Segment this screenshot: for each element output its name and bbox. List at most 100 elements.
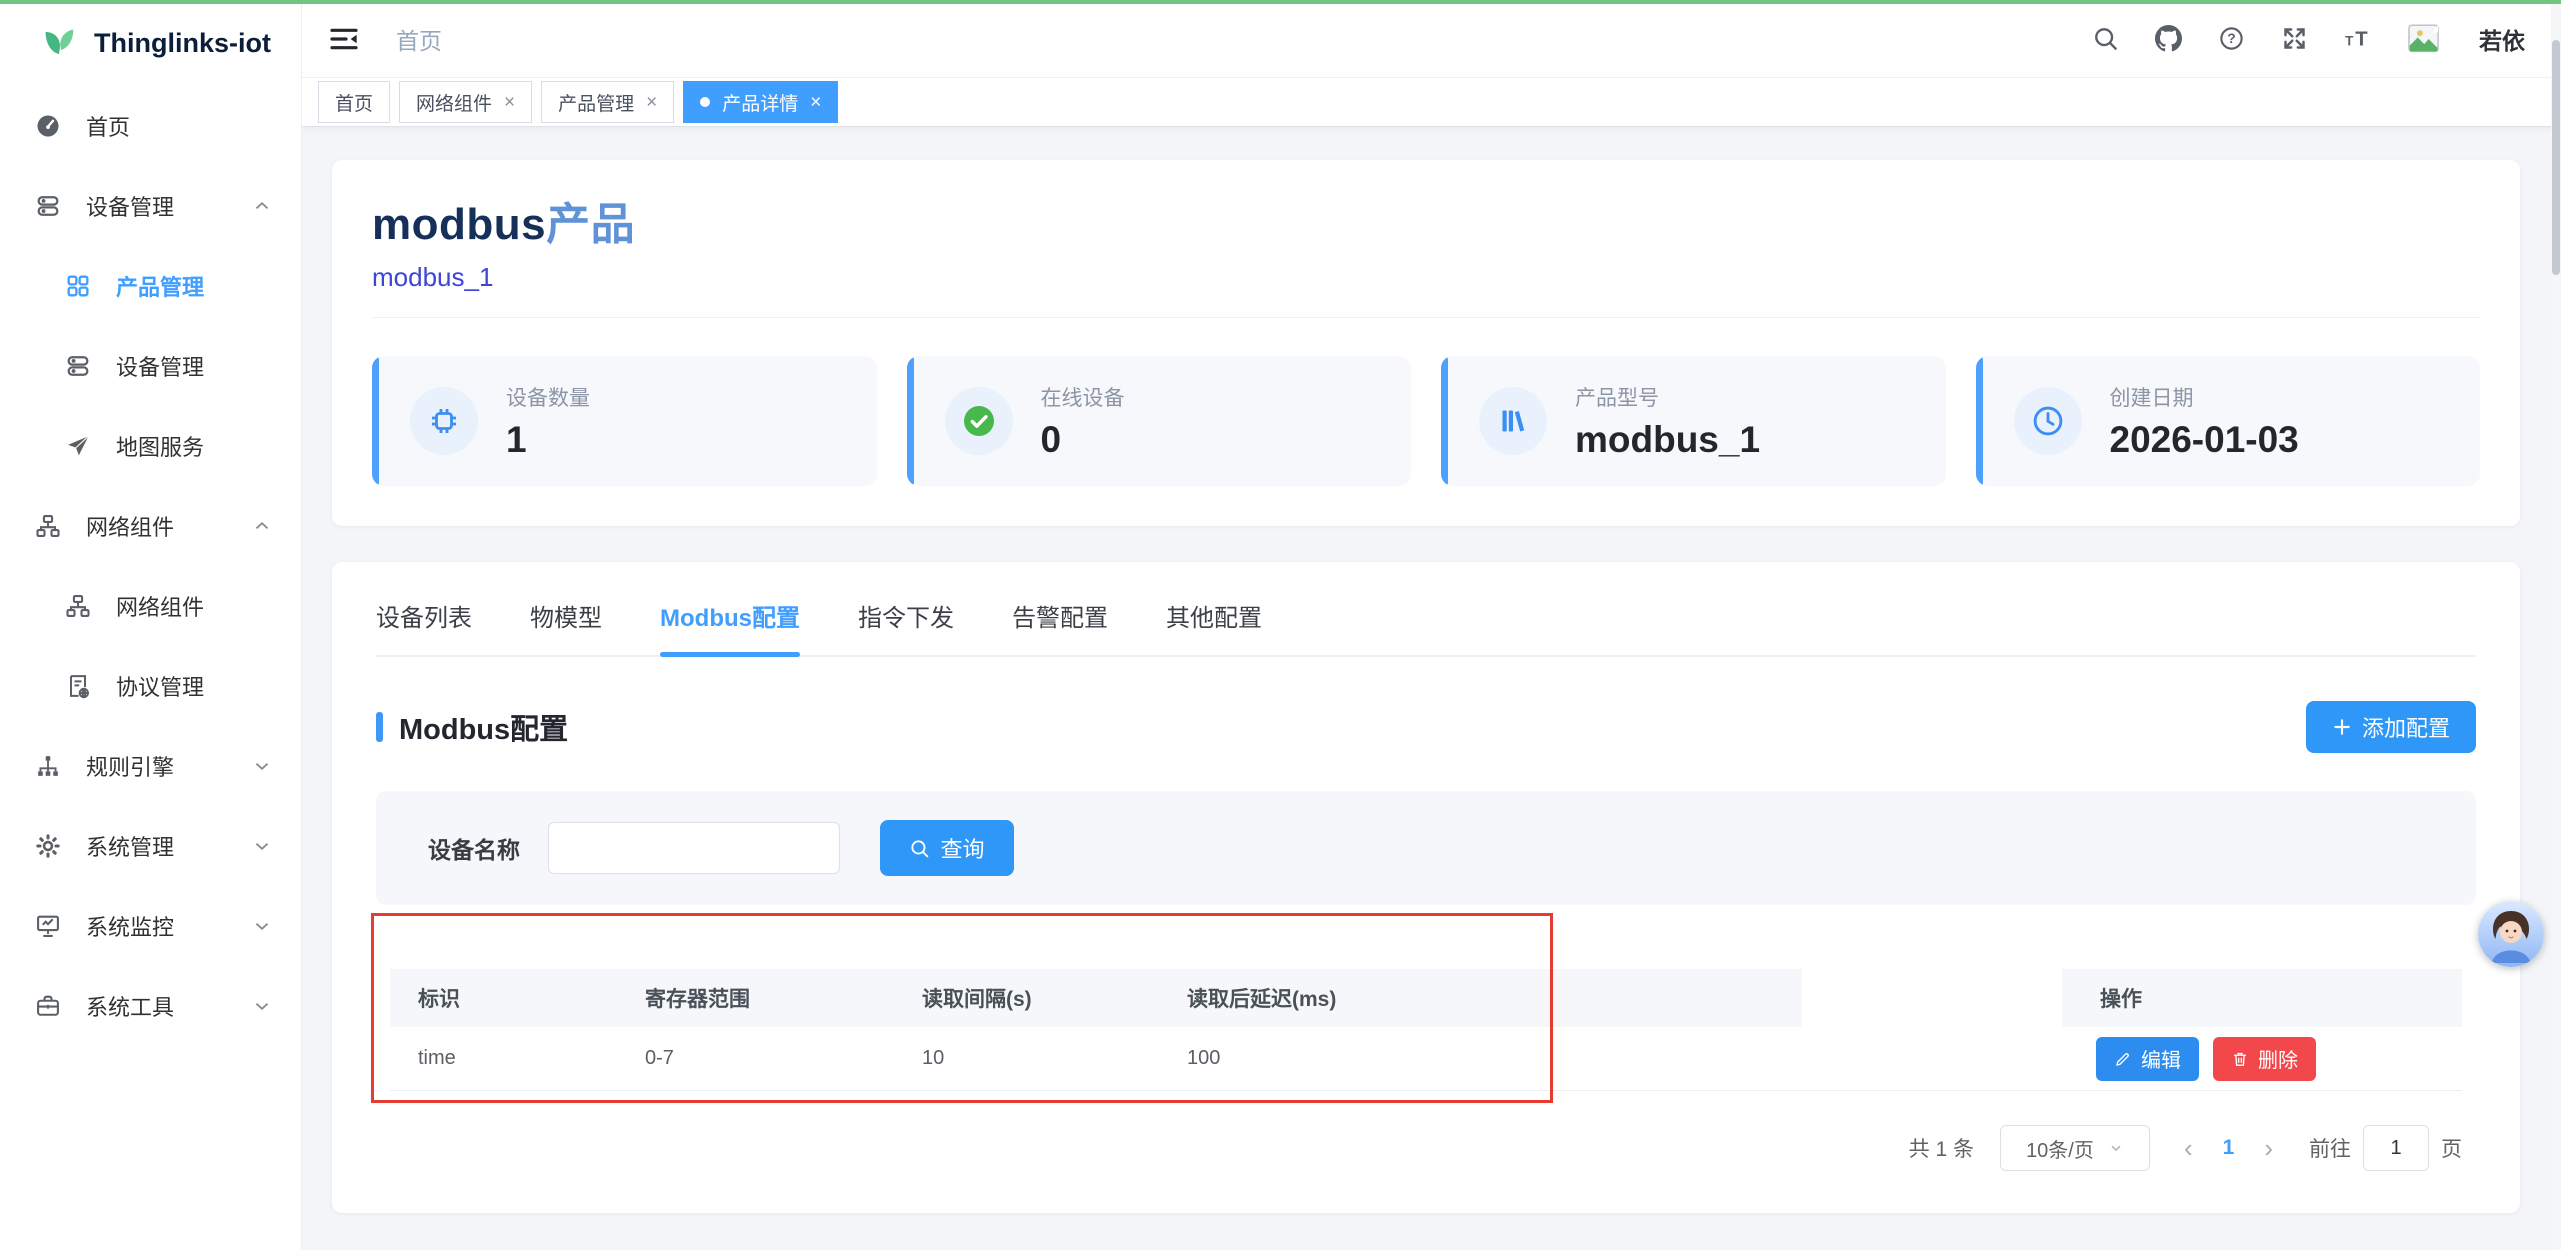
stat-label: 产品型号: [1575, 382, 1760, 412]
close-icon[interactable]: ×: [810, 93, 821, 112]
active-dot: [700, 97, 710, 107]
config-table: 标识 寄存器范围 读取间隔(s) 读取后延迟(ms) 操作 time 0-7 1…: [390, 969, 2462, 1091]
sidebar-group-device-mgmt[interactable]: 设备管理: [0, 166, 301, 246]
tag-network-component[interactable]: 网络组件 ×: [399, 81, 532, 123]
assistant-avatar[interactable]: [2478, 901, 2544, 967]
clock-icon: [2014, 387, 2082, 455]
edit-button[interactable]: 编辑: [2096, 1037, 2199, 1081]
goto-page-input[interactable]: [2363, 1125, 2429, 1171]
sidebar-item-label: 网络组件: [116, 590, 273, 622]
delete-button[interactable]: 删除: [2213, 1037, 2316, 1081]
sidebar-item-map-service[interactable]: 地图服务: [0, 406, 301, 486]
sidebar-item-device-mgmt[interactable]: 设备管理: [0, 326, 301, 406]
tree-icon: [34, 752, 62, 780]
sidebar-group-system-mgmt[interactable]: 系统管理: [0, 806, 301, 886]
delete-label: 删除: [2258, 1044, 2298, 1073]
col-header-read-interval: 读取间隔(s): [894, 983, 1159, 1013]
menu-fold-icon[interactable]: [328, 23, 360, 55]
close-icon[interactable]: ×: [504, 93, 515, 112]
tag-product-mgmt[interactable]: 产品管理 ×: [541, 81, 674, 123]
tab-thing-model[interactable]: 物模型: [530, 598, 602, 655]
pagination-total: 共 1 条: [1909, 1133, 1974, 1163]
grid-icon: [64, 272, 92, 300]
stat-created-date: 创建日期 2026-01-03: [1976, 356, 2481, 486]
header-gap: [1802, 969, 2062, 1027]
svg-text:T: T: [2355, 28, 2368, 50]
tab-device-list[interactable]: 设备列表: [376, 598, 472, 655]
edit-label: 编辑: [2141, 1044, 2181, 1073]
current-page[interactable]: 1: [2223, 1136, 2235, 1160]
search-panel: 设备名称 查询: [376, 791, 2476, 905]
query-button[interactable]: 查询: [880, 820, 1014, 876]
next-page-button[interactable]: ›: [2264, 1135, 2273, 1161]
font-size-icon[interactable]: TT: [2344, 25, 2371, 52]
stat-value: 2026-01-03: [2110, 419, 2299, 461]
send-icon: [64, 432, 92, 460]
topbar: 首页 ? TT 若依: [302, 0, 2561, 78]
plus-icon: [2332, 717, 2352, 737]
product-code-link[interactable]: modbus_1: [372, 262, 2480, 318]
chevron-down-icon: [251, 755, 273, 777]
tag-label: 网络组件: [416, 89, 492, 116]
stat-product-model: 产品型号 modbus_1: [1441, 356, 1946, 486]
tag-product-detail[interactable]: 产品详情 ×: [683, 81, 838, 123]
detail-card: 设备列表 物模型 Modbus配置 指令下发 告警配置 其他配置 Modbus配…: [332, 562, 2520, 1213]
sidebar-item-label: 系统管理: [86, 830, 227, 862]
sidebar-group-system-monitor[interactable]: 系统监控: [0, 886, 301, 966]
add-config-button[interactable]: 添加配置: [2306, 701, 2476, 753]
pencil-icon: [2114, 1050, 2132, 1068]
section-header: Modbus配置 添加配置: [376, 701, 2476, 753]
tag-label: 首页: [335, 89, 373, 116]
page-scrollbar[interactable]: [2551, 0, 2561, 1250]
scrollbar-thumb[interactable]: [2552, 40, 2560, 275]
sidebar-group-network[interactable]: 网络组件: [0, 486, 301, 566]
col-header-id: 标识: [390, 983, 617, 1013]
prev-page-button[interactable]: ‹: [2184, 1135, 2193, 1161]
sidebar-item-label: 设备管理: [86, 190, 227, 222]
search-icon[interactable]: [2092, 25, 2119, 52]
chip-icon: [410, 387, 478, 455]
sidebar-group-system-tools[interactable]: 系统工具: [0, 966, 301, 1046]
stat-device-count: 设备数量 1: [372, 356, 877, 486]
sitemap-icon: [64, 592, 92, 620]
github-icon[interactable]: [2155, 25, 2182, 52]
table-row: time 0-7 10 100 编辑 删除: [390, 1027, 2462, 1091]
check-circle-icon: [945, 387, 1013, 455]
protocol-doc-icon: [64, 672, 92, 700]
tag-label: 产品详情: [722, 89, 798, 116]
sidebar-item-home[interactable]: 首页: [0, 86, 301, 166]
avatar-broken-image-icon[interactable]: [2407, 23, 2443, 55]
sidebar-group-rule-engine[interactable]: 规则引擎: [0, 726, 301, 806]
tag-label: 产品管理: [558, 89, 634, 116]
search-icon: [909, 838, 930, 859]
breadcrumb[interactable]: 首页: [396, 22, 442, 56]
tab-command-send[interactable]: 指令下发: [858, 598, 954, 655]
tags-bar: 首页 网络组件 × 产品管理 × 产品详情 ×: [302, 78, 2561, 127]
tab-alarm-config[interactable]: 告警配置: [1012, 598, 1108, 655]
cell-read-delay: 100: [1159, 1047, 1439, 1070]
chevron-up-icon: [251, 515, 273, 537]
add-config-label: 添加配置: [2362, 711, 2450, 743]
sidebar-item-protocol-mgmt[interactable]: 协议管理: [0, 646, 301, 726]
fullscreen-icon[interactable]: [2281, 25, 2308, 52]
servers-icon: [64, 352, 92, 380]
sidebar-item-product-mgmt[interactable]: 产品管理: [0, 246, 301, 326]
svg-text:?: ?: [2227, 31, 2235, 46]
username[interactable]: 若依: [2479, 22, 2525, 56]
section-accent-bar: [376, 712, 383, 742]
tab-modbus-config[interactable]: Modbus配置: [660, 598, 800, 655]
section-title: Modbus配置: [399, 706, 568, 748]
help-icon[interactable]: ?: [2218, 25, 2245, 52]
trash-icon: [2231, 1050, 2249, 1068]
sidebar-item-network-component[interactable]: 网络组件: [0, 566, 301, 646]
device-name-input[interactable]: [548, 822, 840, 874]
cell-read-interval: 10: [894, 1047, 1159, 1070]
header: 首页 ? TT 若依 首页 网络组件 × 产品管理 × 产品详情 ×: [302, 0, 2561, 127]
tag-home[interactable]: 首页: [318, 81, 390, 123]
page-size-select[interactable]: 10条/页: [2000, 1125, 2150, 1171]
pagination: 共 1 条 10条/页 ‹ 1 › 前往 页: [376, 1125, 2476, 1171]
assistant-avatar-image: [2478, 901, 2544, 967]
close-icon[interactable]: ×: [646, 93, 657, 112]
tab-other-config[interactable]: 其他配置: [1166, 598, 1262, 655]
app-logo[interactable]: Thinglinks-iot: [0, 0, 301, 86]
